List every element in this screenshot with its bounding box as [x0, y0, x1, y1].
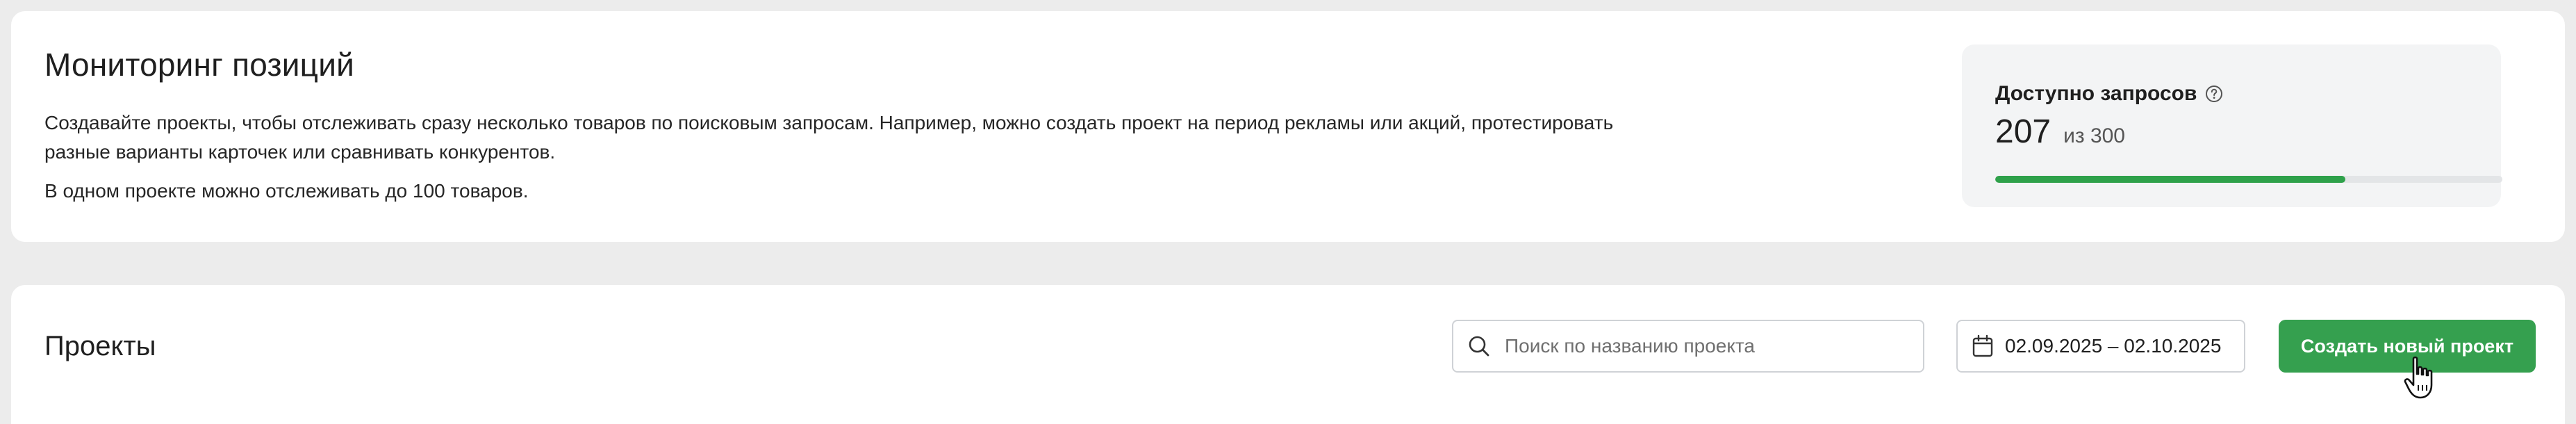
quota-panel: Доступно запросов 207 из 300 — [1962, 44, 2502, 207]
quota-progress-bar — [1995, 176, 2502, 183]
search-icon — [1469, 336, 1489, 357]
date-range-value: 02.09.2025 – 02.10.2025 — [2005, 335, 2222, 357]
question-circle-icon[interactable] — [2205, 85, 2223, 103]
quota-progress-fill — [1995, 176, 2345, 183]
date-range-picker[interactable]: 02.09.2025 – 02.10.2025 — [1956, 320, 2245, 373]
calendar-icon — [1972, 334, 1993, 357]
quota-value: 207 из 300 — [1995, 113, 2125, 151]
monitoring-description: Создавайте проекты, чтобы отслеживать ср… — [44, 112, 1614, 163]
hand-pointer-cursor-icon — [2404, 356, 2433, 399]
monitoring-limit-note: В одном проекте можно отслеживать до 100… — [44, 180, 529, 202]
search-input[interactable] — [1503, 334, 1909, 358]
project-search-field[interactable] — [1452, 320, 1924, 373]
page-title: Мониторинг позиций — [44, 47, 354, 83]
quota-label-row: Доступно запросов — [1995, 82, 2223, 106]
monitoring-card: Мониторинг позиций Создавайте проекты, ч… — [11, 11, 2565, 242]
projects-card: Проекты 02.09.2025 – 02.10.2025 Создать … — [11, 285, 2565, 424]
quota-total: из 300 — [2063, 124, 2125, 147]
quota-available: 207 — [1995, 113, 2051, 150]
quota-label: Доступно запросов — [1995, 82, 2197, 105]
projects-title: Проекты — [44, 331, 156, 361]
